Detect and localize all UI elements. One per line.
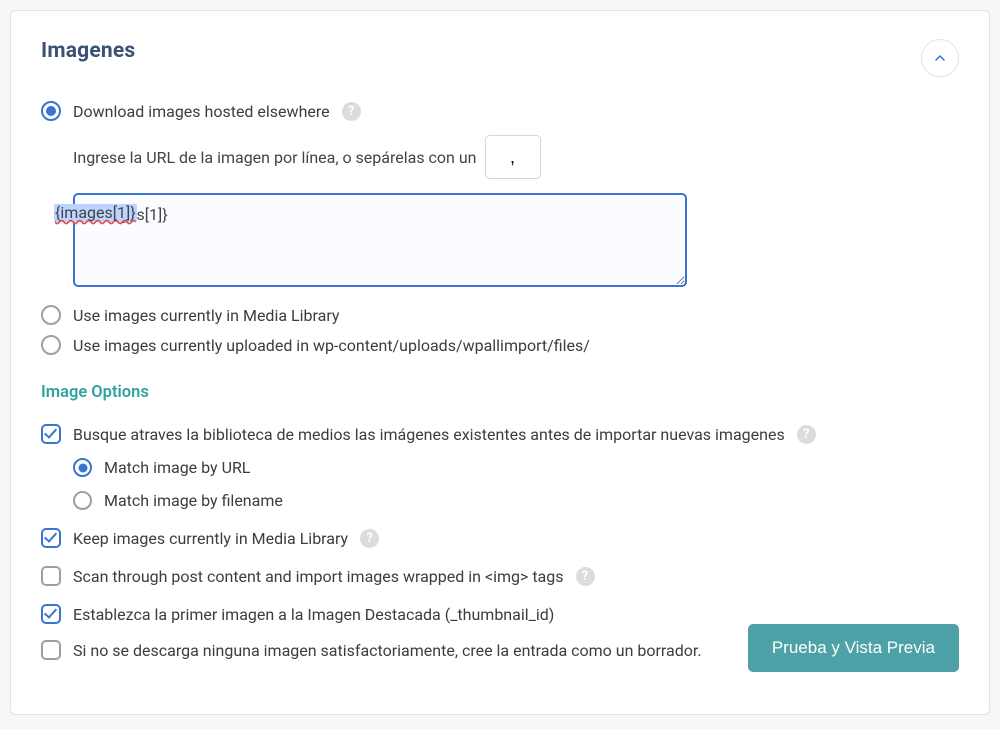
images-panel: Imagenes Download images hosted elsewher… [10, 10, 990, 715]
row-media-library: Use images currently in Media Library [41, 305, 959, 325]
label-scan-content: Scan through post content and import ima… [73, 567, 564, 586]
label-media-library: Use images currently in Media Library [73, 306, 339, 325]
label-keep-images: Keep images currently in Media Library [73, 529, 348, 548]
row-search-existing: Busque atraves la biblioteca de medios l… [41, 424, 959, 444]
radio-download-images[interactable] [41, 101, 61, 121]
help-icon[interactable]: ? [797, 425, 816, 444]
help-icon[interactable]: ? [360, 529, 379, 548]
checkbox-search-existing[interactable] [41, 424, 61, 444]
label-search-existing: Busque atraves la biblioteca de medios l… [73, 425, 785, 444]
row-match-url: Match image by URL [41, 458, 959, 477]
radio-media-library[interactable] [41, 305, 61, 325]
row-match-filename: Match image by filename [41, 491, 959, 510]
url-instructions: Ingrese la URL de la imagen por línea, o… [41, 135, 959, 179]
preview-button[interactable]: Prueba y Vista Previa [748, 624, 959, 672]
checkbox-scan-content[interactable] [41, 566, 61, 586]
label-download-images: Download images hosted elsewhere [73, 102, 330, 121]
radio-match-url[interactable] [73, 458, 92, 477]
panel-title: Imagenes [41, 39, 959, 63]
image-urls-textarea[interactable] [73, 193, 687, 287]
checkbox-featured[interactable] [41, 604, 61, 624]
row-featured: Establezca la primer imagen a la Imagen … [41, 604, 959, 624]
row-keep-images: Keep images currently in Media Library ? [41, 528, 959, 548]
checkbox-keep-images[interactable] [41, 528, 61, 548]
label-featured: Establezca la primer imagen a la Imagen … [73, 605, 554, 624]
image-options-heading: Image Options [41, 383, 959, 402]
label-match-filename: Match image by filename [104, 491, 283, 510]
row-uploads: Use images currently uploaded in wp-cont… [41, 335, 959, 355]
label-draft: Si no se descarga ninguna imagen satisfa… [73, 641, 702, 660]
row-scan-content: Scan through post content and import ima… [41, 566, 959, 586]
separator-input[interactable] [485, 135, 541, 179]
help-icon[interactable]: ? [576, 567, 595, 586]
radio-match-filename[interactable] [73, 491, 92, 510]
chevron-up-icon [932, 50, 948, 66]
url-instruction-text: Ingrese la URL de la imagen por línea, o… [73, 148, 477, 167]
row-download-images: Download images hosted elsewhere ? [41, 101, 959, 121]
help-icon[interactable]: ? [342, 102, 361, 121]
label-match-url: Match image by URL [104, 458, 250, 477]
label-uploads: Use images currently uploaded in wp-cont… [73, 336, 590, 355]
checkbox-draft[interactable] [41, 640, 61, 660]
radio-uploads[interactable] [41, 335, 61, 355]
collapse-button[interactable] [921, 39, 959, 77]
